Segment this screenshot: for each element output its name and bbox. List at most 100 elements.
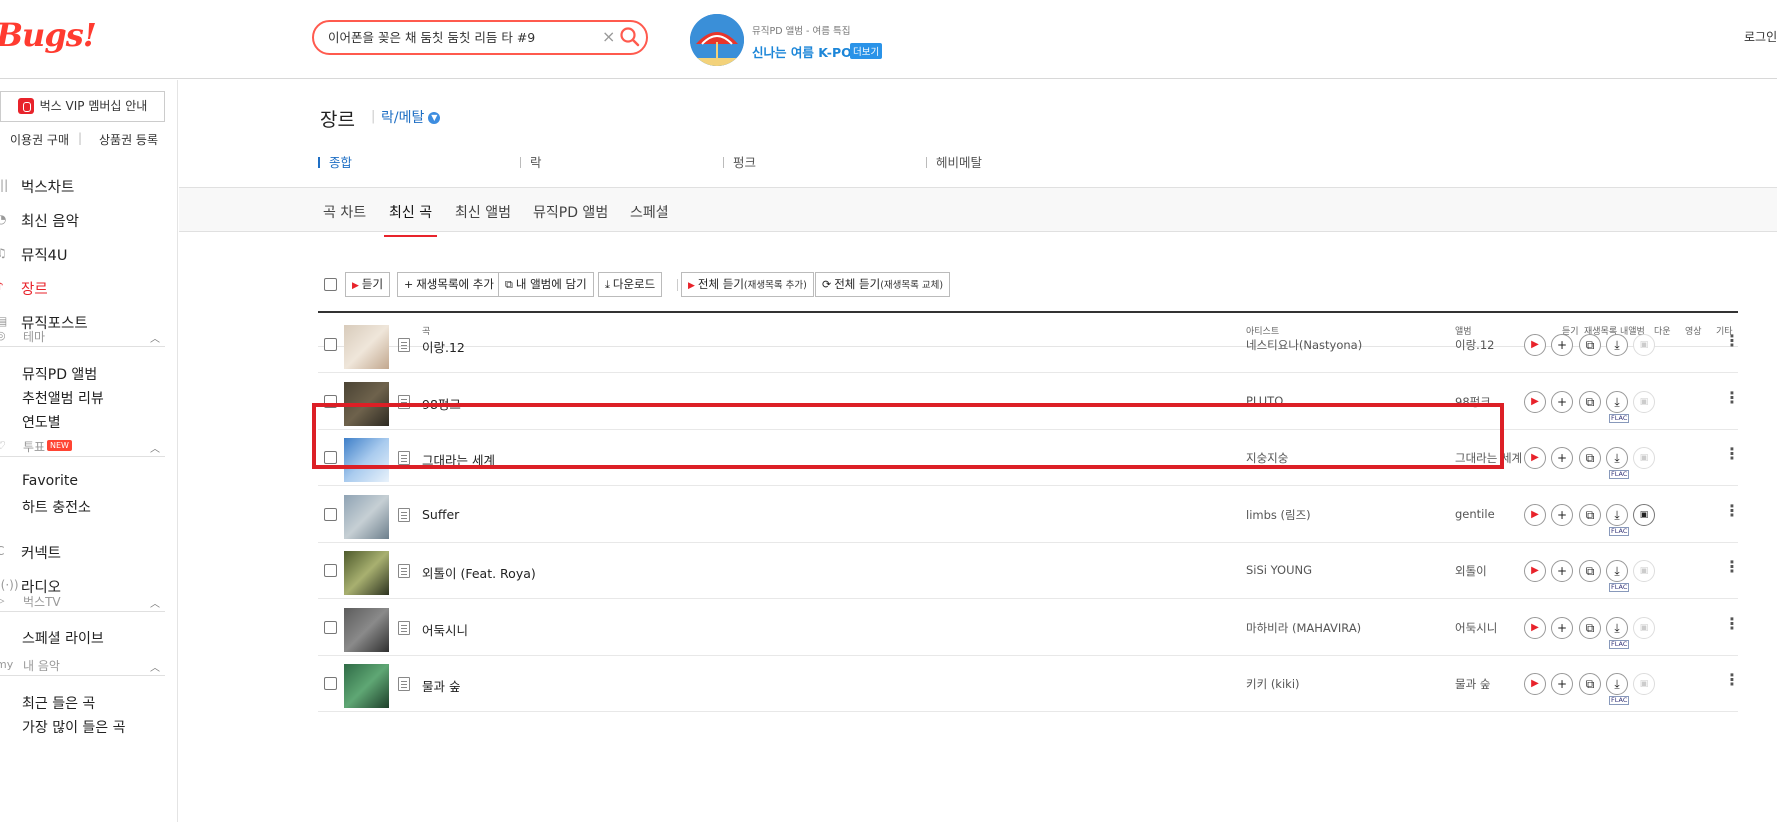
- table-row[interactable]: 물과 숲 키키 (kiki) 물과 숲 ▶ + ⧉ ⤓ FLAC ▣ ⋮: [318, 656, 1740, 712]
- add-album-icon[interactable]: ⧉: [1579, 503, 1601, 526]
- table-row[interactable]: 그대라는 세계 지숭지숭 그대라는 세계 ▶ + ⧉ ⤓ FLAC ▣ ⋮: [318, 430, 1740, 486]
- lyrics-icon[interactable]: [398, 338, 410, 352]
- song-album[interactable]: gentile: [1455, 507, 1495, 521]
- section-vote[interactable]: ♡ 투표 NEW ︿: [0, 437, 165, 457]
- song-title[interactable]: 그대라는 세계: [422, 450, 495, 469]
- add-playlist-icon[interactable]: +: [1551, 390, 1573, 413]
- play-icon[interactable]: ▶: [1524, 447, 1546, 469]
- sidebar-item-connect[interactable]: C 커넥트: [0, 540, 170, 564]
- gift-card-link[interactable]: 상품권 등록: [99, 131, 158, 148]
- sidebar-item-musicpd-album[interactable]: 뮤직PD 앨범: [22, 364, 97, 384]
- more-options-icon[interactable]: ⋮: [1724, 615, 1740, 631]
- add-playlist-icon[interactable]: +: [1551, 673, 1573, 695]
- play-all-replace-button[interactable]: ⟳ 전체 듣기(재생목록 교체): [815, 272, 951, 297]
- add-playlist-icon[interactable]: +: [1551, 447, 1573, 469]
- subgenre-heavy-metal[interactable]: 헤비메탈: [926, 152, 982, 171]
- song-artist[interactable]: PLUTO: [1246, 394, 1283, 408]
- download-icon[interactable]: ⤓: [1606, 616, 1628, 639]
- song-artist[interactable]: limbs (림즈): [1246, 507, 1311, 523]
- more-options-icon[interactable]: ⋮: [1724, 389, 1740, 405]
- more-options-icon[interactable]: ⋮: [1724, 672, 1740, 688]
- song-title[interactable]: 98펑크: [422, 394, 461, 413]
- play-icon[interactable]: ▶: [1524, 673, 1546, 695]
- more-options-icon[interactable]: ⋮: [1724, 446, 1740, 462]
- chevron-up-icon[interactable]: ︿: [150, 330, 160, 345]
- table-row[interactable]: 이랑.12 네스티요나(Nastyona) 이랑.12 ▶ + ⧉ ⤓ ▣ ⋮: [318, 317, 1740, 373]
- tab-song-chart[interactable]: 곡 차트: [323, 202, 366, 222]
- play-all-add-button[interactable]: ▶ 전체 듣기(재생목록 추가): [681, 272, 814, 297]
- row-checkbox[interactable]: [324, 507, 337, 521]
- row-checkbox[interactable]: [324, 394, 337, 408]
- song-album[interactable]: 물과 숲: [1455, 676, 1490, 692]
- sidebar-item-heart-charge[interactable]: 하트 충전소: [22, 497, 91, 517]
- subgenre-all[interactable]: 종합: [318, 152, 352, 171]
- select-all-checkbox[interactable]: [324, 278, 337, 291]
- sidebar-item-most-played[interactable]: 가장 많이 들은 곡: [22, 717, 126, 737]
- song-title[interactable]: 이랑.12: [422, 337, 465, 356]
- sidebar-item-bugs-chart[interactable]: ||| 벅스차트: [0, 174, 170, 198]
- album-cover[interactable]: [344, 551, 389, 595]
- tab-musicpd-albums[interactable]: 뮤직PD 앨범: [533, 202, 608, 222]
- sidebar-item-recent[interactable]: 최근 들은 곡: [22, 693, 95, 713]
- song-title[interactable]: 물과 숲: [422, 676, 460, 695]
- song-album[interactable]: 외톨이: [1455, 563, 1487, 579]
- play-icon[interactable]: ▶: [1524, 503, 1546, 526]
- add-my-album-button[interactable]: ⧉ 내 앨범에 담기: [498, 272, 594, 297]
- genre-selector[interactable]: 락/메탈 ▼: [381, 107, 441, 127]
- song-artist[interactable]: 네스티요나(Nastyona): [1246, 337, 1362, 353]
- add-playlist-icon[interactable]: +: [1551, 616, 1573, 639]
- more-options-icon[interactable]: ⋮: [1724, 559, 1740, 575]
- lyrics-icon[interactable]: [398, 620, 410, 635]
- row-checkbox[interactable]: [324, 620, 337, 634]
- song-album[interactable]: 98펑크: [1455, 394, 1491, 410]
- table-row[interactable]: 어둑시니 마하비라 (MAHAVIRA) 어둑시니 ▶ + ⧉ ⤓ FLAC ▣ ⋮: [318, 600, 1740, 656]
- play-icon[interactable]: ▶: [1524, 334, 1546, 356]
- album-cover[interactable]: [344, 664, 389, 708]
- login-link[interactable]: 로그인: [1744, 28, 1777, 45]
- tab-new-albums[interactable]: 최신 앨범: [455, 202, 511, 222]
- promo-more-button[interactable]: 더보기: [850, 43, 883, 59]
- song-album[interactable]: 이랑.12: [1455, 337, 1494, 353]
- tab-special[interactable]: 스페셜: [630, 202, 669, 222]
- chevron-up-icon[interactable]: ︿: [150, 659, 160, 674]
- add-playlist-button[interactable]: + 재생목록에 추가: [397, 272, 501, 297]
- sidebar-item-album-review[interactable]: 추천앨범 리뷰: [22, 388, 104, 408]
- search-icon[interactable]: [619, 26, 641, 48]
- song-artist[interactable]: 지숭지숭: [1246, 450, 1288, 466]
- row-checkbox[interactable]: [324, 564, 337, 577]
- sidebar-item-new-music[interactable]: ◔ 최신 음악: [0, 208, 170, 232]
- row-checkbox[interactable]: [324, 338, 337, 351]
- buy-ticket-link[interactable]: 이용권 구매: [10, 131, 69, 148]
- add-playlist-icon[interactable]: +: [1551, 503, 1573, 526]
- tab-new-songs[interactable]: 최신 곡: [383, 202, 438, 237]
- chevron-up-icon[interactable]: ︿: [150, 440, 160, 455]
- album-cover[interactable]: [344, 607, 389, 652]
- download-button[interactable]: ⤓ 다운로드: [598, 272, 663, 297]
- lyrics-icon[interactable]: [398, 394, 410, 409]
- lyrics-icon[interactable]: [398, 507, 410, 522]
- download-icon[interactable]: ⤓: [1606, 447, 1628, 469]
- play-icon[interactable]: ▶: [1524, 616, 1546, 639]
- sidebar-item-genre[interactable]: ♪ 장르: [0, 276, 170, 300]
- sidebar-item-by-year[interactable]: 연도별: [22, 412, 61, 432]
- play-selected-button[interactable]: ▶ 듣기: [345, 272, 391, 297]
- lyrics-icon[interactable]: [398, 451, 410, 465]
- add-playlist-icon[interactable]: +: [1551, 560, 1573, 582]
- section-my-music[interactable]: my 내 음악 ︿: [0, 656, 165, 676]
- sidebar-item-music4u[interactable]: ♫ 뮤직4U: [0, 242, 170, 266]
- play-icon[interactable]: ▶: [1524, 560, 1546, 582]
- song-artist[interactable]: 마하비라 (MAHAVIRA): [1246, 620, 1361, 636]
- play-icon[interactable]: ▶: [1524, 390, 1546, 413]
- more-options-icon[interactable]: ⋮: [1724, 502, 1740, 518]
- video-icon[interactable]: ▣: [1633, 503, 1655, 526]
- table-row[interactable]: 98펑크 PLUTO 98펑크 ▶ + ⧉ ⤓ FLAC ▣ ⋮: [318, 374, 1740, 430]
- subgenre-punk[interactable]: 펑크: [723, 152, 756, 171]
- add-album-icon[interactable]: ⧉: [1579, 334, 1601, 356]
- add-album-icon[interactable]: ⧉: [1579, 616, 1601, 639]
- row-checkbox[interactable]: [324, 677, 337, 690]
- add-playlist-icon[interactable]: +: [1551, 334, 1573, 356]
- album-cover[interactable]: [344, 381, 389, 426]
- download-icon[interactable]: ⤓: [1606, 560, 1628, 582]
- song-title[interactable]: 어둑시니: [422, 620, 468, 639]
- promo-title[interactable]: 신나는 여름 K-POP: [752, 42, 861, 61]
